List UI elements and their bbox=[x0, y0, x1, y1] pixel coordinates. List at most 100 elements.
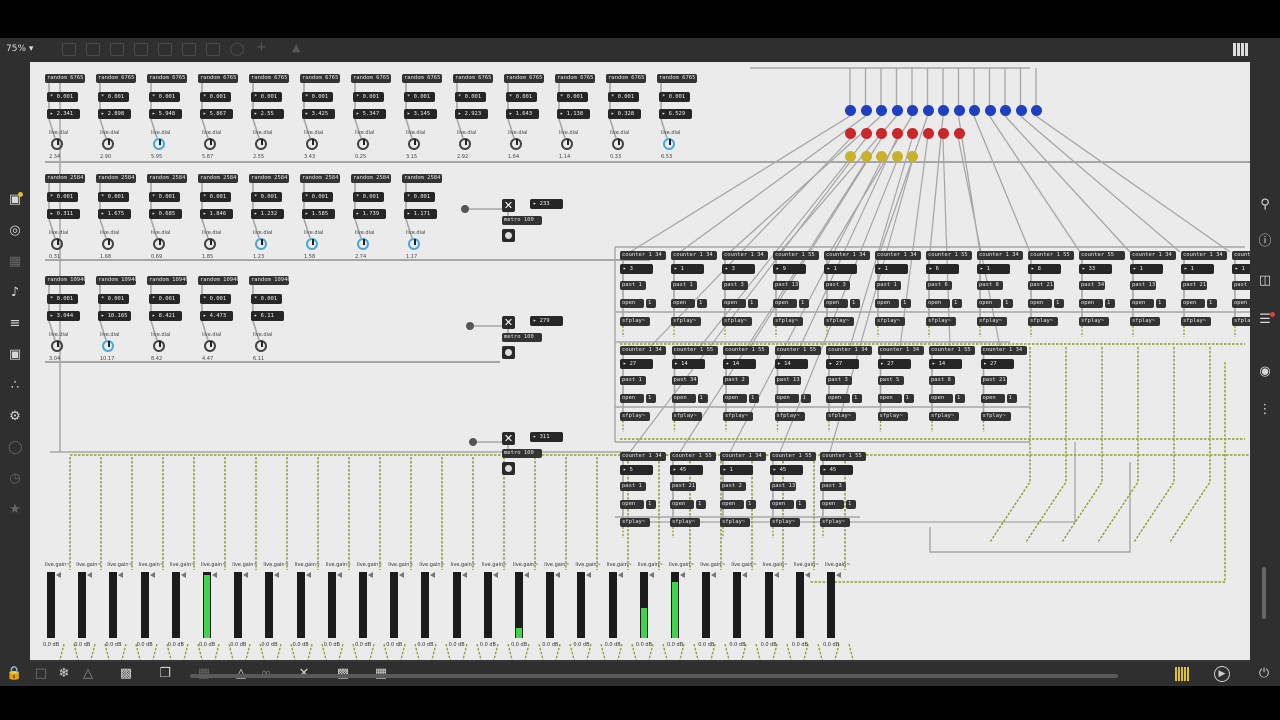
r1-random-object[interactable]: random 6765 bbox=[555, 74, 595, 83]
playlist-icon[interactable]: ≡ bbox=[8, 317, 22, 331]
mid-open-message[interactable]: open bbox=[826, 394, 850, 403]
blue-indicator-dot[interactable] bbox=[907, 105, 918, 116]
mid-past-object[interactable]: past 34 bbox=[671, 376, 698, 385]
red-indicator-dot[interactable] bbox=[907, 128, 918, 139]
yellow-indicator-dot[interactable] bbox=[845, 151, 856, 162]
live-gain-fader[interactable] bbox=[795, 572, 804, 638]
gain-handle-icon[interactable] bbox=[430, 572, 436, 578]
r3-random-object[interactable]: random 10946 bbox=[45, 276, 85, 285]
lock-icon[interactable]: 🔒 bbox=[6, 666, 22, 682]
bot-one-message[interactable]: 1 bbox=[796, 500, 806, 509]
bot-sfplay-object[interactable]: sfplay~ bbox=[770, 518, 800, 527]
number-icon[interactable] bbox=[182, 43, 196, 56]
r2-scale-number[interactable]: * 0.001 bbox=[149, 192, 180, 202]
top-sfplay-object[interactable]: sfplay~ bbox=[1181, 317, 1211, 326]
power-icon[interactable]: ⏻ bbox=[1256, 666, 1272, 682]
gain-handle-icon[interactable] bbox=[461, 572, 467, 578]
top-past-object[interactable]: past 13 bbox=[1130, 281, 1156, 290]
gain-handle-icon[interactable] bbox=[492, 572, 498, 578]
top-counter-object[interactable]: counter 1 34 bbox=[1181, 251, 1227, 260]
bot-counter-object[interactable]: counter 1 34 bbox=[720, 452, 766, 461]
toggle-icon[interactable] bbox=[158, 43, 172, 56]
top-open-message[interactable]: open bbox=[620, 299, 644, 308]
r3-scale-number[interactable]: * 0.001 bbox=[200, 294, 231, 304]
r1-scale-number[interactable]: * 0.001 bbox=[353, 92, 384, 102]
patcher-canvas[interactable]: random 6765 * 0.001 ▸ 2.341 live.dial 2.34 ra… bbox=[30, 62, 1250, 660]
vertical-scrollbar[interactable] bbox=[1262, 567, 1266, 619]
metro-toggle[interactable]: ✕ bbox=[502, 199, 515, 212]
top-one-message[interactable]: 1 bbox=[697, 299, 707, 308]
top-past-object[interactable]: past 21 bbox=[1028, 281, 1054, 290]
top-counter-number[interactable]: ▸ 1 bbox=[977, 264, 1010, 274]
top-sfplay-object[interactable]: sfplay~ bbox=[1079, 317, 1109, 326]
mid-sfplay-object[interactable]: sfplay~ bbox=[877, 412, 908, 421]
gain-handle-icon[interactable] bbox=[212, 572, 217, 578]
r1-random-object[interactable]: random 6765 bbox=[198, 74, 238, 83]
mid-past-object[interactable]: past 13 bbox=[774, 376, 801, 385]
top-sfplay-object[interactable]: sfplay~ bbox=[926, 317, 956, 326]
r1-value-number[interactable]: ▸ 3.145 bbox=[404, 109, 437, 119]
r2-random-object[interactable]: random 2584 bbox=[351, 174, 391, 183]
top-sfplay-object[interactable]: sfplay~ bbox=[977, 317, 1007, 326]
r1-value-number[interactable]: ▸ 0.328 bbox=[608, 109, 641, 119]
r1-random-object[interactable]: random 6765 bbox=[351, 74, 391, 83]
bot-counter-object[interactable]: counter 1 34 bbox=[620, 452, 666, 461]
r3-scale-number[interactable]: * 0.001 bbox=[149, 294, 180, 304]
top-counter-number[interactable]: ▸ 3 bbox=[620, 264, 653, 274]
r1-live-dial[interactable] bbox=[204, 138, 216, 150]
mid-one-message[interactable]: 1 bbox=[697, 394, 708, 403]
top-sfplay-object[interactable]: sfplay~ bbox=[671, 317, 701, 326]
top-one-message[interactable]: 1 bbox=[1156, 299, 1166, 308]
r1-scale-number[interactable]: * 0.001 bbox=[608, 92, 639, 102]
blue-indicator-dot[interactable] bbox=[984, 105, 996, 116]
gain-handle-icon[interactable] bbox=[524, 572, 529, 578]
mid-counter-number[interactable]: ▸ 14 bbox=[723, 359, 756, 369]
r1-value-number[interactable]: ▸ 1.643 bbox=[506, 109, 539, 119]
gain-handle-icon[interactable] bbox=[180, 572, 186, 578]
top-sfplay-object[interactable]: sfplay~ bbox=[1232, 317, 1250, 326]
gain-handle-icon[interactable] bbox=[368, 572, 373, 578]
r2-scale-number[interactable]: * 0.001 bbox=[47, 192, 78, 202]
grid-toggle-icon[interactable] bbox=[1233, 43, 1249, 56]
camera-icon[interactable]: ◉ bbox=[1258, 365, 1272, 379]
top-past-object[interactable]: past 1 bbox=[875, 281, 901, 290]
blue-indicator-dot[interactable] bbox=[845, 105, 856, 116]
paperclip-icon[interactable]: ∴ bbox=[8, 379, 22, 393]
r1-value-number[interactable]: ▸ 5.867 bbox=[200, 109, 233, 119]
r1-value-number[interactable]: ▸ 5.347 bbox=[353, 109, 386, 119]
gain-handle-icon[interactable] bbox=[118, 572, 124, 578]
blue-indicator-dot[interactable] bbox=[938, 105, 949, 116]
r3-scale-number[interactable]: * 0.001 bbox=[47, 294, 78, 304]
top-past-object[interactable]: past 21 bbox=[1181, 281, 1207, 290]
r2-live-dial[interactable] bbox=[306, 238, 318, 250]
live-gain-fader[interactable] bbox=[171, 572, 180, 638]
bot-one-message[interactable]: 1 bbox=[696, 500, 706, 509]
r3-random-object[interactable]: random 10946 bbox=[147, 276, 187, 285]
r1-live-dial[interactable] bbox=[51, 138, 63, 150]
gain-handle-icon[interactable] bbox=[680, 572, 685, 578]
r1-scale-number[interactable]: * 0.001 bbox=[659, 92, 690, 102]
r1-random-object[interactable]: random 6765 bbox=[96, 74, 136, 83]
top-past-object[interactable]: past 13 bbox=[773, 281, 799, 290]
bang-button[interactable] bbox=[502, 229, 515, 242]
mid-counter-object[interactable]: counter 1 55 bbox=[671, 346, 718, 355]
metro-object[interactable]: metro 100 bbox=[502, 449, 542, 458]
disabled-clock-icon[interactable]: ◷ bbox=[8, 472, 22, 486]
mid-one-message[interactable]: 1 bbox=[800, 394, 811, 403]
metro-toggle[interactable]: ✕ bbox=[502, 432, 515, 445]
r1-live-dial[interactable] bbox=[102, 138, 114, 150]
bang-button[interactable] bbox=[502, 346, 515, 359]
top-open-message[interactable]: open bbox=[1130, 299, 1154, 308]
red-indicator-dot[interactable] bbox=[938, 128, 949, 139]
r1-scale-number[interactable]: * 0.001 bbox=[47, 92, 78, 102]
plug-icon[interactable]: ⚙ bbox=[8, 410, 22, 424]
bot-open-message[interactable]: open bbox=[820, 500, 844, 509]
keyboard-icon[interactable]: ▦ bbox=[8, 255, 22, 269]
top-one-message[interactable]: 1 bbox=[1003, 299, 1013, 308]
mid-sfplay-object[interactable]: sfplay~ bbox=[620, 412, 650, 421]
live-gain-fader[interactable] bbox=[47, 572, 55, 638]
mid-one-message[interactable]: 1 bbox=[903, 394, 914, 403]
r1-random-object[interactable]: random 6765 bbox=[300, 74, 340, 83]
top-sfplay-object[interactable]: sfplay~ bbox=[722, 317, 752, 326]
r2-random-object[interactable]: random 2584 bbox=[198, 174, 238, 183]
